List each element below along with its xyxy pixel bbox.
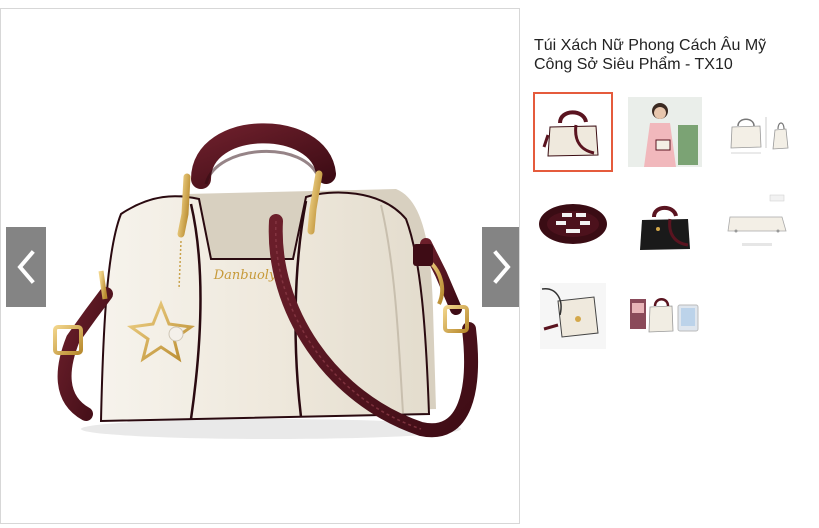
product-title: Túi Xách Nữ Phong Cách Âu Mỹ Công Sở Siê… <box>534 37 767 73</box>
thumb-white-bag[interactable] <box>533 92 613 172</box>
thumb-size-diagram[interactable] <box>717 92 797 172</box>
thumb-bag-with-tablet[interactable] <box>625 276 705 356</box>
chevron-left-icon <box>17 250 35 284</box>
prev-image-button[interactable] <box>6 227 46 307</box>
product-info-panel: Túi Xách Nữ Phong Cách Âu Mỹ Công Sở Siê… <box>533 0 813 528</box>
thumb-black-bag[interactable] <box>625 184 705 264</box>
next-image-button[interactable] <box>482 227 519 307</box>
thumb-bag-interior[interactable] <box>533 184 613 264</box>
chevron-right-icon <box>493 250 511 284</box>
brand-engraving: Danbuoly <box>213 268 277 283</box>
thumb-bag-detail[interactable] <box>533 276 613 356</box>
thumb-model-pink-dress[interactable] <box>625 92 705 172</box>
product-gallery: Danbuoly <box>0 8 520 524</box>
thumb-bag-bottom[interactable] <box>717 184 797 264</box>
main-product-image: Danbuoly <box>1 9 519 523</box>
